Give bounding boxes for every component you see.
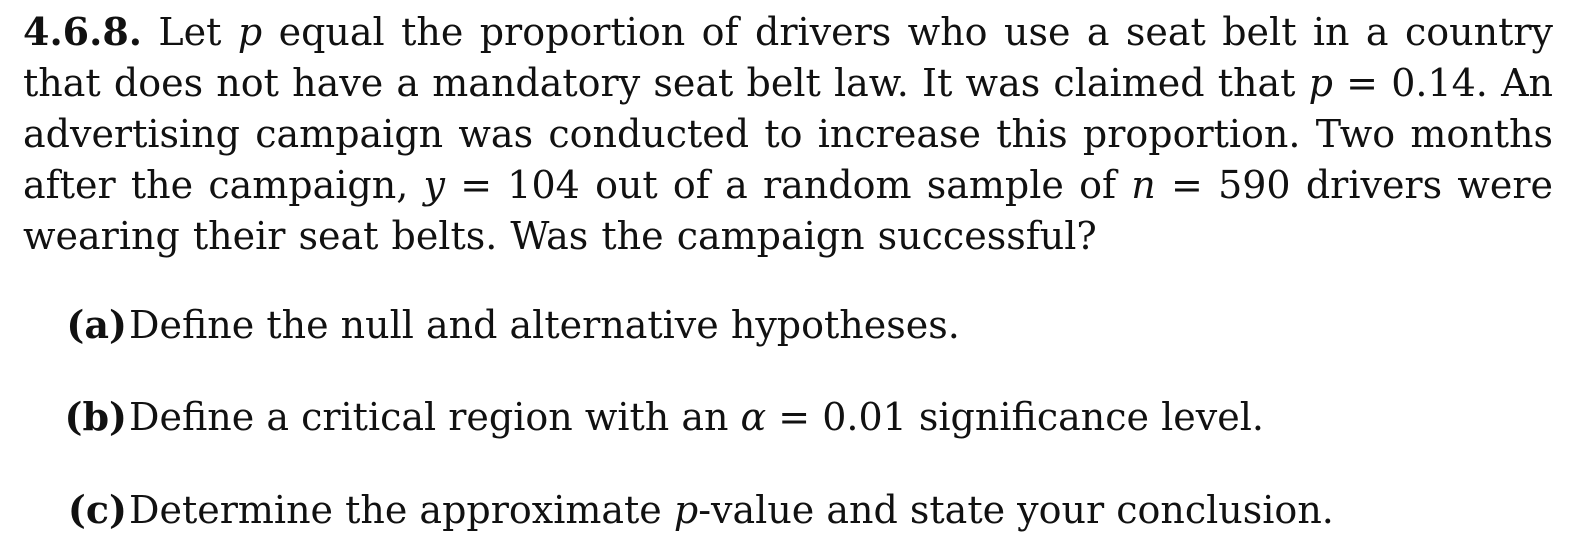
- part-b-segment-1: Define a critical region with an: [129, 395, 741, 439]
- problem-number: 4.6.8.: [23, 9, 143, 54]
- part-c: (c) Determine the approximate p-value an…: [0, 485, 1575, 535]
- math-var-p-claim: p: [1308, 61, 1333, 105]
- part-c-segment-1: Determine the approximate: [129, 488, 674, 532]
- part-a: (a) Define the null and alternative hypo…: [0, 300, 1575, 350]
- part-a-text: Define the null and alternative hypothes…: [129, 300, 960, 350]
- problem-paragraph: 4.6.8. Let p equal the proportion of dri…: [23, 6, 1553, 262]
- math-var-p: p: [237, 10, 263, 54]
- math-var-p-value: p: [673, 488, 699, 532]
- part-c-label: (c): [67, 487, 127, 532]
- problem-text-1: Let: [142, 10, 238, 54]
- part-b: (b) Define a critical region with an α =…: [0, 392, 1575, 442]
- math-alpha: α: [740, 395, 767, 439]
- math-var-n: n: [1131, 163, 1156, 207]
- math-var-y: y: [423, 163, 446, 207]
- part-b-label: (b): [64, 394, 127, 439]
- part-b-segment-2: = 0.01 significance level.: [766, 395, 1264, 439]
- part-c-segment-2: -value and state your conclusion.: [698, 488, 1334, 532]
- problem-text-4: = 104 out of a random sample of: [445, 163, 1132, 207]
- part-a-segment: Define the null and alternative hypothes…: [129, 303, 960, 347]
- part-b-text: Define a critical region with an α = 0.0…: [129, 392, 1264, 442]
- part-a-label: (a): [66, 302, 127, 347]
- part-c-text: Determine the approximate p-value and st…: [129, 485, 1334, 535]
